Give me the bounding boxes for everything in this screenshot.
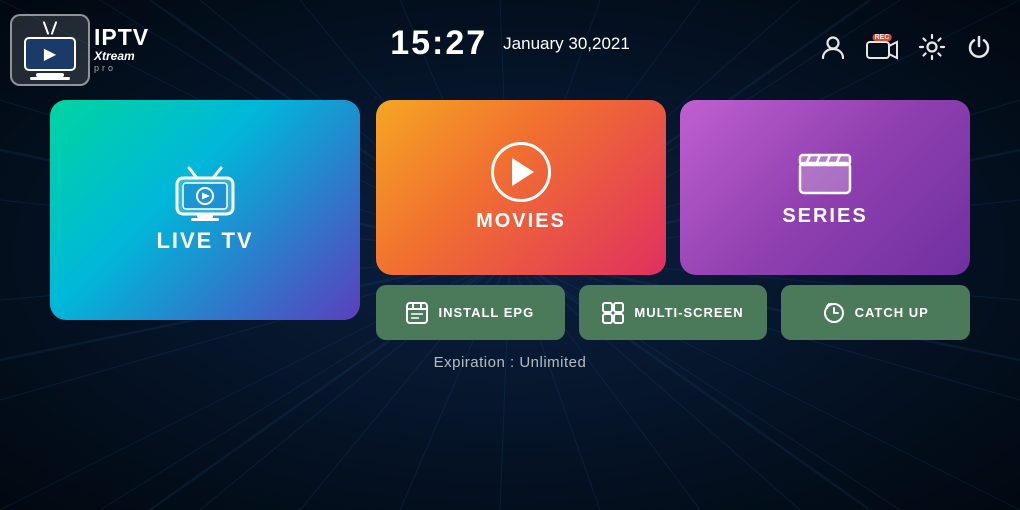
top-cards: MOVIES SERIE [376, 100, 970, 275]
install-epg-label: INSTALL EPG [438, 305, 534, 320]
header-icons: REC [820, 33, 992, 68]
multi-screen-label: MULTI-SCREEN [634, 305, 743, 320]
user-icon[interactable] [820, 34, 846, 67]
catch-up-card[interactable]: CATCH UP [781, 285, 970, 340]
install-epg-card[interactable]: INSTALL EPG [376, 285, 565, 340]
live-tv-label: LIVE TV [156, 228, 253, 254]
app-content: ▶ IPTV Xtream pro 15:27 January 30,2021 [0, 0, 1020, 510]
logo: ▶ IPTV Xtream pro [10, 14, 149, 86]
live-tv-card[interactable]: LIVE TV [50, 100, 360, 320]
power-icon[interactable] [966, 34, 992, 67]
right-column: MOVIES SERIE [376, 100, 970, 340]
multi-screen-icon [602, 302, 624, 324]
catch-up-label: CATCH UP [855, 305, 929, 320]
series-label: SERIES [782, 205, 867, 228]
logo-iptv-text: IPTV [94, 26, 149, 49]
logo-pro-text: pro [94, 63, 149, 74]
movies-card[interactable]: MOVIES [376, 100, 666, 275]
rec-badge: REC [873, 34, 892, 41]
header: ▶ IPTV Xtream pro 15:27 January 30,2021 [0, 0, 1020, 90]
multi-screen-card[interactable]: MULTI-SCREEN [579, 285, 768, 340]
live-tv-icon [169, 166, 241, 228]
date: January 30,2021 [503, 34, 630, 54]
play-triangle-icon [512, 158, 534, 186]
bottom-cards: INSTALL EPG MULTI-SCREEN [376, 285, 970, 340]
datetime: 15:27 January 30,2021 [390, 24, 630, 63]
series-card[interactable]: SERIES [680, 100, 970, 275]
series-clapper-icon [796, 147, 854, 197]
epg-icon [406, 302, 428, 324]
settings-icon[interactable] [918, 33, 946, 68]
play-circle-icon [491, 142, 551, 202]
catch-up-icon [823, 302, 845, 324]
logo-xtream-text: Xtream [94, 49, 149, 63]
footer: Expiration : Unlimited [0, 354, 1020, 371]
expiration-text: Expiration : Unlimited [434, 354, 587, 371]
main-grid: LIVE TV MOVIES [0, 100, 1020, 340]
clock: 15:27 [390, 24, 487, 63]
movies-label: MOVIES [476, 210, 566, 233]
record-icon[interactable]: REC [866, 38, 898, 62]
logo-box: ▶ [10, 14, 90, 86]
